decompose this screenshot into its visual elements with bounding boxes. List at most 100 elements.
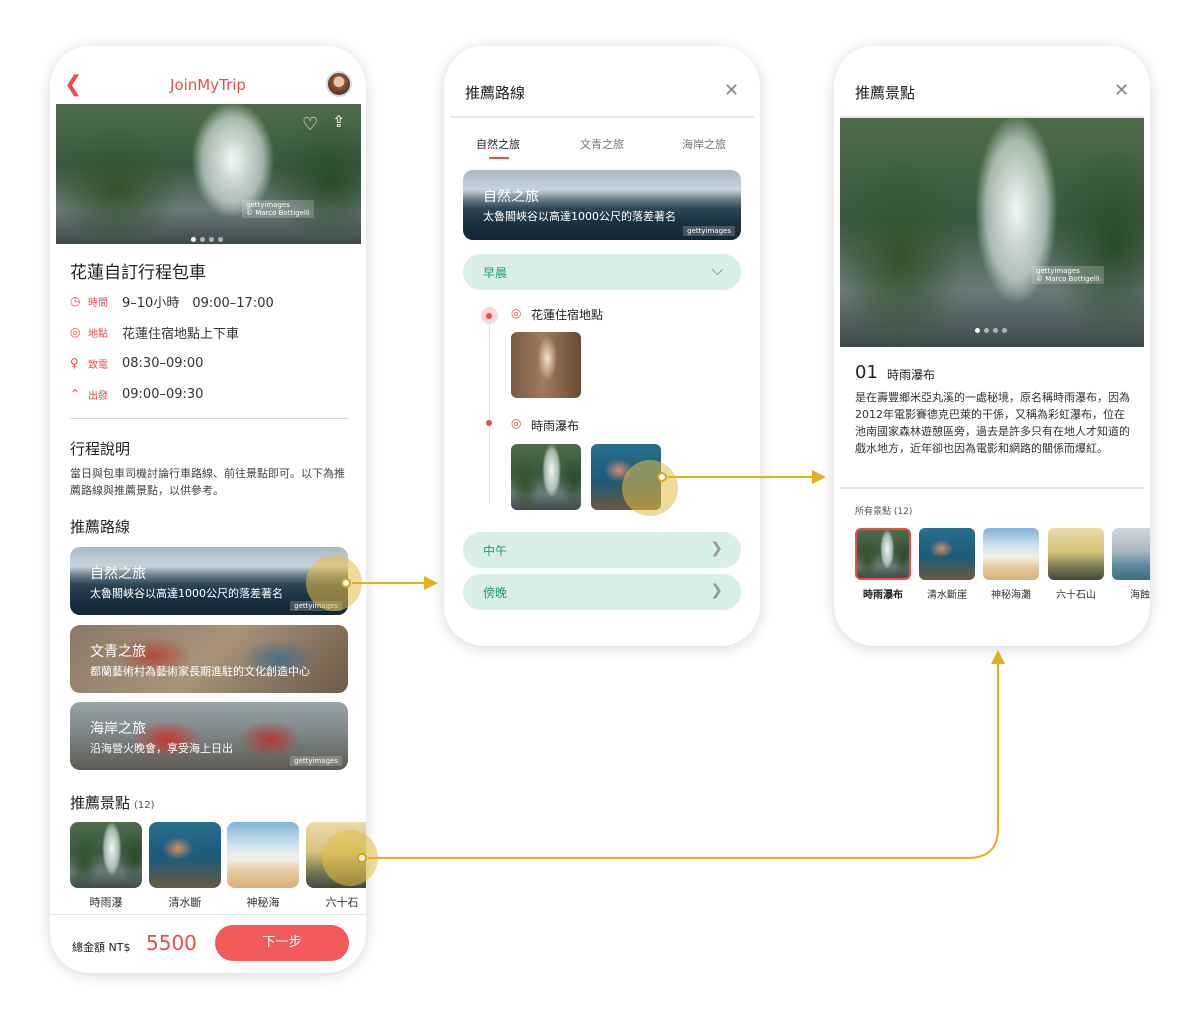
route-subtitle: 太魯閣峽谷以高達1000公尺的落差著名 (483, 210, 676, 223)
spot-description: 是在壽豐鄉米亞丸溪的一處秘境，原名稱時雨瀑布，因為2012年電影賽德克巴萊的干係… (855, 391, 1130, 455)
stop-image[interactable] (511, 444, 581, 510)
all-spots-label: 所有景點 (855, 507, 892, 517)
spot-image (919, 528, 975, 580)
total-price: 5500 (146, 931, 197, 955)
accordion-label: 傍晚 (483, 586, 508, 600)
chevron-right-icon: ❯ (710, 581, 723, 599)
avatar[interactable] (326, 71, 352, 97)
itinerary-description: 當日與包車司機討論行車路線、前往景點即可。以下為推薦路線與推薦景點，以供參考。 (70, 467, 345, 497)
spot-image (227, 822, 299, 888)
divider (450, 116, 754, 118)
arrow-head (991, 650, 1005, 664)
info-value: 9–10小時 09:00–17:00 (122, 295, 274, 311)
info-call: ♀ 致電 08:30–09:00 (70, 354, 203, 372)
hero-credit: gettyimages © Marco Bottigelli (1032, 266, 1104, 284)
spots-count: (12) (134, 800, 155, 811)
tap-highlight (622, 460, 678, 516)
spot-card[interactable]: 清水斷崖 (919, 528, 975, 601)
info-value: 花蓮住宿地點上下車 (122, 326, 240, 342)
car-icon: ⌃ (70, 387, 81, 401)
info-label: 致電 (88, 359, 108, 371)
routes-heading: 推薦路線 (70, 518, 131, 536)
accordion-morning[interactable]: 早晨 ⌵ (463, 254, 741, 290)
divider (840, 487, 1144, 489)
route-title: 文青之旅 (90, 644, 146, 660)
spot-image (1048, 528, 1104, 580)
carousel-dots[interactable] (975, 328, 1007, 333)
all-spots-heading: 所有景點 (12) (855, 504, 912, 517)
trip-title: 花蓮自訂行程包車 (70, 263, 206, 283)
spot-image (70, 822, 142, 888)
image-credit: gettyimages (290, 756, 342, 766)
image-credit: gettyimages (683, 226, 735, 236)
spot-label: 清水斷崖 (927, 590, 967, 601)
spot-image (149, 822, 221, 888)
spot-hero-image[interactable]: gettyimages © Marco Bottigelli (840, 118, 1144, 347)
map-pin-icon: ◎ (70, 325, 81, 339)
flow-connector (368, 664, 999, 859)
spot-card[interactable]: 六十石山 (1048, 528, 1104, 601)
sheet-title: 推薦景點 (855, 84, 916, 102)
accordion-noon[interactable]: 中午 ❯ (463, 532, 741, 568)
info-label: 地點 (88, 328, 108, 340)
spot-image (855, 528, 911, 580)
spot-label: 六十石山 (1056, 590, 1096, 601)
spot-card[interactable]: 清水斷 (149, 822, 221, 910)
tab-culture[interactable]: 文青之旅 (580, 136, 624, 152)
accordion-evening[interactable]: 傍晚 ❯ (463, 574, 741, 610)
route-subtitle: 都蘭藝術村為藝術家長期進駐的文化創造中心 (90, 665, 310, 678)
route-card-coast[interactable]: 海岸之旅 沿海營火晚會，享受海上日出 gettyimages (70, 702, 348, 770)
spot-card[interactable]: 海蝕 (1112, 528, 1150, 601)
accordion-label: 早晨 (483, 266, 508, 280)
spot-label: 海蝕 (1130, 590, 1150, 601)
itinerary-heading: 行程說明 (70, 440, 131, 458)
spot-label: 時雨瀑 (89, 896, 123, 909)
active-tab-indicator (489, 157, 509, 159)
route-title: 海岸之旅 (90, 721, 146, 737)
tap-highlight (306, 555, 362, 611)
user-icon: ♀ (70, 356, 79, 370)
stop-image[interactable] (511, 332, 581, 398)
arrow-head (812, 470, 826, 484)
info-label: 時間 (88, 297, 108, 309)
stop-name: 花蓮住宿地點 (531, 308, 604, 322)
info-value: 09:00–09:30 (122, 386, 204, 402)
favorite-heart-icon[interactable]: ♡ (302, 114, 318, 135)
phone-screen-trip-detail: ❮ JoinMyTrip gettyimages © Marco Bottigel… (50, 46, 366, 973)
spot-card[interactable]: 神秘海灘 (983, 528, 1039, 601)
tab-nature[interactable]: 自然之旅 (476, 136, 520, 152)
phone-screen-recommended-routes: 推薦路線 ✕ 自然之旅 文青之旅 海岸之旅 自然之旅 太魯閣峽谷以高達1000公… (444, 46, 760, 646)
info-departure: ⌃ 出發 09:00–09:30 (70, 385, 203, 403)
spot-card-selected[interactable]: 時雨瀑布 (855, 528, 911, 601)
map-pin-icon: ◎ (511, 306, 522, 320)
tap-point (657, 472, 667, 482)
app-header: ❮ JoinMyTrip (50, 46, 366, 104)
chevron-down-icon: ⌵ (711, 261, 723, 279)
close-icon[interactable]: ✕ (724, 80, 739, 101)
all-spots-count: (12) (893, 507, 913, 517)
route-title: 自然之旅 (90, 566, 146, 582)
route-title: 自然之旅 (483, 189, 539, 205)
info-label: 出發 (88, 390, 108, 402)
spots-carousel[interactable]: 時雨瀑 清水斷 神秘海 六十石 (70, 822, 366, 914)
tap-point (341, 578, 351, 588)
sheet-title: 推薦路線 (465, 84, 526, 102)
close-icon[interactable]: ✕ (1114, 80, 1129, 101)
chevron-right-icon: ❯ (710, 539, 723, 557)
timeline-line (489, 318, 490, 504)
share-icon[interactable]: ⇪ (332, 112, 345, 131)
timeline-dot (486, 420, 492, 426)
tab-coast[interactable]: 海岸之旅 (682, 136, 726, 152)
route-tabs: 自然之旅 文青之旅 海岸之旅 (444, 136, 760, 162)
all-spots-carousel[interactable]: 時雨瀑布 清水斷崖 神秘海灘 六十石山 海蝕 (855, 528, 1150, 608)
spot-card[interactable]: 時雨瀑 (70, 822, 142, 910)
spot-name: 時雨瀑布 (887, 368, 936, 382)
carousel-dots[interactable] (191, 237, 223, 242)
route-card-culture[interactable]: 文青之旅 都蘭藝術村為藝術家長期進駐的文化創造中心 (70, 625, 348, 693)
spot-card[interactable]: 神秘海 (227, 822, 299, 910)
route-banner: 自然之旅 太魯閣峽谷以高達1000公尺的落差著名 gettyimages (463, 170, 741, 240)
next-step-button[interactable]: 下一步 (215, 925, 349, 961)
spot-label: 六十石 (325, 896, 359, 909)
total-label: 總金額 NT$ (72, 941, 131, 954)
timeline-dot (486, 313, 492, 319)
